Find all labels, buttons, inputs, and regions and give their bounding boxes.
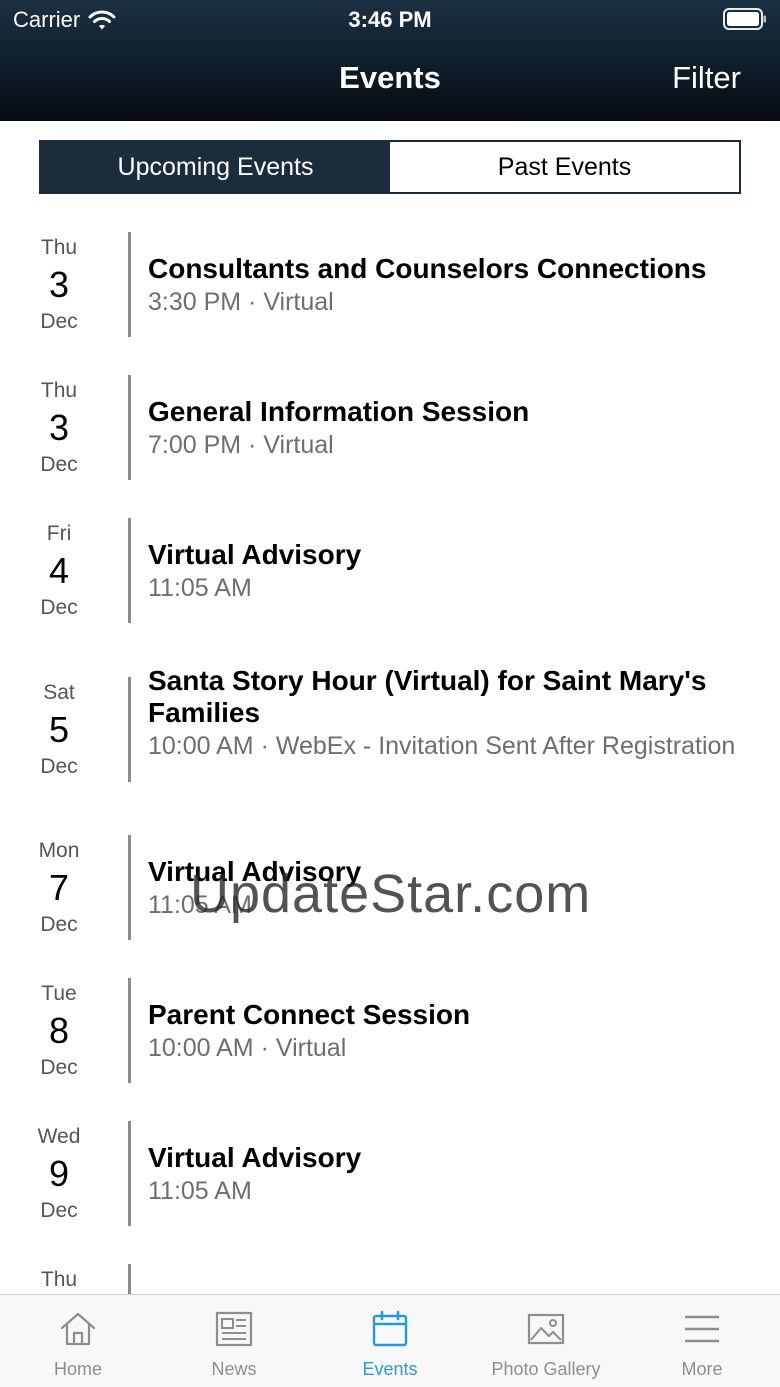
event-day: 3 (48, 407, 70, 448)
event-day: 5 (48, 709, 70, 750)
battery-icon (723, 8, 766, 30)
event-info: General Information Session 7:00 PM · Vi… (148, 396, 754, 461)
event-info: Virtual Advisory 11:05 AM (148, 1142, 754, 1207)
event-month: Dec (40, 1056, 78, 1079)
filter-button[interactable]: Filter (672, 60, 741, 96)
event-info: Santa Story Hour (Virtual) for Saint Mar… (148, 665, 754, 762)
event-weekday: Thu (40, 1268, 78, 1291)
event-divider (128, 375, 131, 480)
tab-past-events[interactable]: Past Events (390, 142, 739, 192)
event-title: Virtual Advisory (148, 539, 362, 570)
event-month: Dec (40, 453, 78, 476)
event-month: Dec (40, 1199, 78, 1222)
event-date: Sat 5 Dec (0, 680, 118, 780)
event-date: Fri 4 Dec (0, 521, 118, 621)
tab-label: News (211, 1359, 257, 1379)
event-title: Consultants and Counselors Connections (148, 253, 707, 284)
event-divider (128, 232, 131, 337)
tab-events[interactable]: Events (312, 1295, 468, 1387)
event-title: General Information Session (148, 396, 530, 427)
event-weekday: Thu (40, 236, 78, 259)
event-weekday: Wed (37, 1125, 81, 1148)
event-divider (128, 677, 131, 782)
event-weekday: Tue (41, 982, 77, 1005)
event-time-location: 7:00 PM · Virtual (148, 431, 334, 459)
event-date: Mon 7 Dec (0, 838, 118, 938)
event-divider (128, 978, 131, 1083)
event-title: Santa Story Hour (Virtual) for Saint Mar… (148, 665, 707, 728)
page-title: Events (339, 60, 441, 95)
event-weekday: Mon (38, 839, 80, 862)
newspaper-icon (215, 1311, 253, 1347)
event-row[interactable]: Sat 5 Dec Santa Story Hour (Virtual) for… (0, 665, 780, 810)
event-divider (128, 835, 131, 940)
event-row[interactable]: Fri 4 Dec Virtual Advisory 11:05 AM (0, 518, 780, 631)
event-time-location: 10:00 AM · WebEx - Invitation Sent After… (148, 732, 736, 760)
event-title: Virtual Advisory (148, 856, 362, 887)
event-row[interactable]: Tue 8 Dec Parent Connect Session 10:00 A… (0, 978, 780, 1091)
events-segmented-control: Upcoming Events Past Events (39, 140, 741, 194)
wifi-icon (88, 10, 116, 30)
event-divider (128, 1264, 131, 1294)
events-list[interactable]: Thu 3 Dec Consultants and Counselors Con… (0, 195, 780, 1294)
event-date: Thu (0, 1267, 118, 1293)
tab-upcoming-events[interactable]: Upcoming Events (41, 142, 390, 192)
event-time-location: 3:30 PM · Virtual (148, 288, 334, 316)
tab-news[interactable]: News (156, 1295, 312, 1387)
event-month: Dec (40, 310, 78, 333)
event-row[interactable]: Wed 9 Dec Virtual Advisory 11:05 AM (0, 1121, 780, 1234)
home-icon (60, 1312, 96, 1346)
event-divider (128, 518, 131, 623)
event-row[interactable]: Mon 7 Dec Virtual Advisory 11:05 AM (0, 835, 780, 948)
event-time-location: 11:05 AM (148, 891, 252, 919)
event-time-location: 11:05 AM (148, 574, 252, 602)
event-title: Parent Connect Session (148, 999, 471, 1030)
event-date: Wed 9 Dec (0, 1124, 118, 1224)
event-row[interactable]: Thu 3 Dec Consultants and Counselors Con… (0, 232, 780, 345)
menu-icon (685, 1315, 719, 1343)
event-time-location: 10:00 AM · Virtual (148, 1034, 347, 1062)
app-header: Carrier 3:46 PM Events Filter (0, 0, 780, 121)
event-divider (128, 1121, 131, 1226)
tab-more[interactable]: More (624, 1295, 780, 1387)
event-day: 3 (48, 264, 70, 305)
carrier-indicator: Carrier (13, 7, 116, 33)
tab-home[interactable]: Home (0, 1295, 156, 1387)
event-info: Virtual Advisory 11:05 AM (148, 539, 754, 604)
event-month: Dec (40, 913, 78, 936)
status-bar: Carrier 3:46 PM (0, 0, 780, 40)
event-month: Dec (40, 755, 78, 778)
calendar-icon (372, 1310, 408, 1347)
event-weekday: Thu (40, 379, 78, 402)
event-date: Tue 8 Dec (0, 981, 118, 1081)
tab-label: Events (362, 1359, 418, 1379)
tab-photo-gallery[interactable]: Photo Gallery (468, 1295, 624, 1387)
event-title: Virtual Advisory (148, 1142, 362, 1173)
event-date: Thu 3 Dec (0, 235, 118, 335)
event-weekday: Fri (46, 522, 72, 545)
event-day: 4 (48, 550, 70, 591)
tab-label: Photo Gallery (491, 1359, 601, 1379)
event-info: Parent Connect Session 10:00 AM · Virtua… (148, 999, 754, 1064)
event-day: 7 (48, 867, 70, 908)
event-info: Virtual Advisory 11:05 AM (148, 856, 754, 921)
event-day: 8 (48, 1010, 70, 1051)
image-icon (527, 1313, 565, 1345)
event-weekday: Sat (43, 681, 75, 704)
event-row[interactable]: Thu (0, 1264, 780, 1294)
event-row[interactable]: Thu 3 Dec General Information Session 7:… (0, 375, 780, 488)
tab-bar: Home News Events Photo Gallery More (0, 1294, 780, 1387)
status-time: 3:46 PM (348, 7, 432, 32)
event-month: Dec (40, 596, 78, 619)
carrier-label: Carrier (13, 7, 81, 32)
tab-label: Home (53, 1359, 102, 1379)
event-date: Thu 3 Dec (0, 378, 118, 478)
event-time-location: 11:05 AM (148, 1177, 252, 1205)
tab-label: More (681, 1359, 723, 1379)
event-info: Consultants and Counselors Connections 3… (148, 253, 754, 318)
event-day: 9 (48, 1153, 70, 1194)
